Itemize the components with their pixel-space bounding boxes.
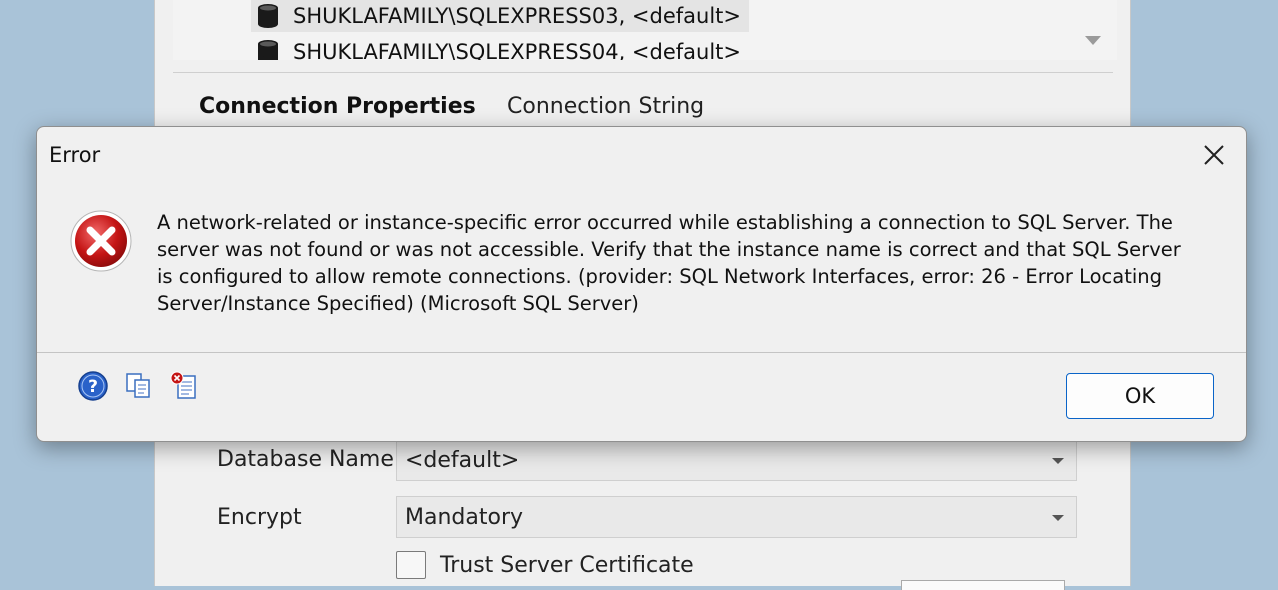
error-dialog: Error A network-related or instance-spec… xyxy=(36,126,1247,442)
details-icon[interactable] xyxy=(169,370,201,402)
encrypt-select[interactable]: Mandatory xyxy=(396,496,1077,538)
divider xyxy=(173,72,1113,73)
trust-server-certificate-label: Trust Server Certificate xyxy=(440,553,694,578)
database-name-label: Database Name xyxy=(217,447,394,472)
error-icon xyxy=(69,209,133,277)
close-button[interactable] xyxy=(1196,139,1232,171)
divider xyxy=(37,352,1246,353)
chevron-down-icon xyxy=(1052,458,1064,464)
database-icon xyxy=(257,3,279,29)
close-icon xyxy=(1204,145,1224,165)
footer-toolbar: ? xyxy=(77,370,201,402)
trust-server-certificate-checkbox[interactable] xyxy=(396,551,426,579)
encrypt-label: Encrypt xyxy=(217,505,302,530)
dialog-title: Error xyxy=(49,143,101,167)
svg-text:?: ? xyxy=(88,377,98,397)
database-name-select[interactable]: <default> xyxy=(396,439,1077,481)
server-list-item[interactable]: SHUKLAFAMILY\SQLEXPRESS04, <default> xyxy=(251,36,749,60)
chevron-down-icon xyxy=(1052,515,1064,521)
scroll-down-arrow-icon[interactable] xyxy=(1085,36,1101,45)
tab-connection-properties[interactable]: Connection Properties xyxy=(199,94,476,119)
ok-button[interactable]: OK xyxy=(1066,373,1214,419)
encrypt-value: Mandatory xyxy=(405,504,524,530)
database-icon xyxy=(257,39,279,60)
server-name: SHUKLAFAMILY\SQLEXPRESS03, <default> xyxy=(293,4,742,28)
server-list-item[interactable]: SHUKLAFAMILY\SQLEXPRESS03, <default> xyxy=(251,0,750,32)
error-message: A network-related or instance-specific e… xyxy=(157,211,1181,315)
database-name-value: <default> xyxy=(405,447,520,473)
tab-connection-string[interactable]: Connection String xyxy=(507,94,704,119)
options-button[interactable] xyxy=(901,580,1065,590)
server-list[interactable]: SHUKLAFAMILY\SQLEXPRESS03, <default> SHU… xyxy=(173,0,1117,60)
copy-icon[interactable] xyxy=(123,370,155,402)
server-name: SHUKLAFAMILY\SQLEXPRESS04, <default> xyxy=(293,40,742,60)
help-icon[interactable]: ? xyxy=(77,370,109,402)
